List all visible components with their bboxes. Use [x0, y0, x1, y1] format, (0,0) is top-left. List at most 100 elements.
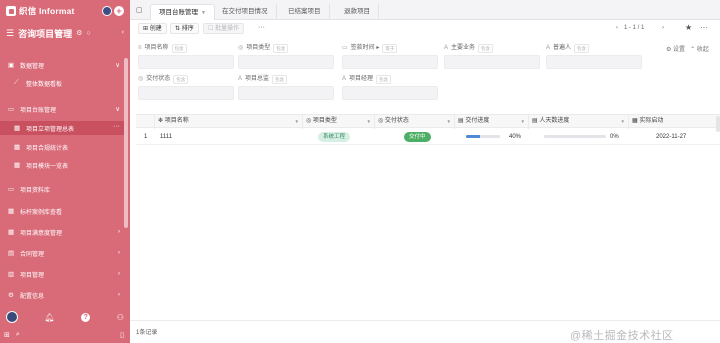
prev-page-icon[interactable]: ‹ [616, 25, 618, 31]
filter-operator[interactable]: 包含 [574, 43, 590, 53]
sidebar-item-project-ledger[interactable]: ▭ 项目台账管理 ∨ [0, 102, 124, 116]
delivery-progress-text: 40% [509, 134, 522, 140]
filter-manager-input[interactable] [342, 86, 438, 100]
sidebar-item-dashboard[interactable]: ⟋ 整体数据看板 [0, 76, 124, 90]
filter-sign-date-input[interactable] [342, 55, 438, 69]
tab-refund[interactable]: 退款项目 [336, 4, 379, 20]
add-icon[interactable]: + [114, 6, 124, 16]
refresh-icon[interactable]: ○ [86, 30, 90, 37]
user-add-icon[interactable]: ⚇ [117, 313, 124, 322]
more-icon[interactable]: ··· [700, 23, 708, 32]
filter-operator[interactable]: 包含 [173, 74, 189, 84]
filter-delivery-status-input[interactable] [138, 86, 234, 100]
filter-project-name-input[interactable] [138, 55, 234, 69]
team-avatar[interactable] [102, 6, 112, 16]
filter-label-text: 普遍人 [553, 45, 572, 51]
sidebar-toggle-icon[interactable]: ▯ [120, 331, 124, 339]
select-all-checkbox[interactable] [136, 115, 154, 129]
filter-collapse-label: 收起 [696, 47, 709, 53]
grid-icon: ▦ [8, 229, 15, 236]
filter-label: ◎ 交付状态 包含 [138, 74, 189, 84]
column-header[interactable]: ▤ 人天数进度 ▼ [528, 115, 628, 129]
sidebar-item-project-master[interactable]: ▦ 项目立项管理总表 ··· [0, 121, 124, 135]
next-page-icon[interactable]: › [662, 25, 664, 31]
column-header[interactable]: ▤ 交付进度 ▼ [454, 115, 528, 129]
filter-operator[interactable]: 包含 [478, 43, 494, 53]
column-header-label: 人天数进度 [539, 118, 570, 124]
more-icon[interactable]: ··· [113, 123, 120, 130]
more-actions-icon[interactable]: ··· [258, 24, 265, 31]
tab-project-ledger[interactable]: 项目台账管理 ▼ [150, 4, 215, 20]
menu-icon[interactable]: ☰ [6, 28, 14, 39]
filter-project-type-input[interactable] [238, 55, 334, 69]
bell-icon[interactable]: 🔔︎ [45, 313, 55, 322]
search-icon[interactable]: ⌕ [16, 331, 20, 339]
days-progress-text: 0% [610, 134, 619, 140]
chevron-down-icon: ∨ [115, 62, 120, 69]
sidebar-item-contracts[interactable]: ▤ 合同管理 › [0, 246, 124, 260]
settings-icon[interactable]: ⚙ [76, 29, 82, 37]
bulk-action-button[interactable]: ☐ 批量操作 [203, 23, 245, 34]
create-button[interactable]: ⊞ 创建 [138, 23, 167, 34]
filter-main-business-input[interactable] [444, 55, 540, 69]
table-row[interactable]: 1 1111 系统工程 交付中 40% 0% 2022-11-27 [136, 129, 720, 145]
select-field-icon: ◎ [238, 45, 244, 51]
folder-icon: ▭ [8, 106, 15, 113]
filter-operator[interactable]: 包含 [272, 74, 288, 84]
progress-field-icon: ▤ [532, 118, 538, 124]
sort-icon[interactable]: ▼ [447, 115, 451, 128]
calendar-icon: ▦ [632, 118, 638, 124]
grid-icon: ▦ [8, 208, 15, 215]
chevron-down-icon[interactable]: ▼ [201, 10, 206, 16]
cell-project-name[interactable]: 1111 [160, 129, 172, 145]
sidebar-item-project-mgmt[interactable]: ▥ 项目管理 › [0, 267, 124, 281]
sort-icon[interactable]: ▼ [295, 115, 299, 128]
table-scrollbar[interactable] [716, 116, 720, 132]
filter-label-text: 交付状态 [146, 76, 171, 82]
sort-icon[interactable]: ▼ [621, 115, 625, 128]
app-title: ☰ 咨询项目管理 ⚙ ○ [6, 26, 124, 40]
filter-person-input[interactable] [546, 55, 642, 69]
sidebar-item-library[interactable]: ▭ 项目资料库 [0, 182, 124, 196]
text-field-icon: A [444, 45, 449, 51]
filter-label-text: 项目名称 [144, 45, 169, 51]
filter-operator[interactable]: 包含 [273, 43, 289, 53]
collapse-icon[interactable]: ‹ [122, 29, 124, 36]
sidebar-item-label: 项目合规统计表 [26, 145, 69, 152]
column-header[interactable]: ◎ 交付状态 ▼ [374, 115, 454, 129]
column-header[interactable]: ◎ 项目类型 ▼ [302, 115, 374, 129]
sidebar-item-cases[interactable]: ▦ 标杆案例库查看 [0, 204, 124, 218]
tab-label: 在交付项目情况 [222, 8, 268, 15]
help-icon[interactable]: ? [81, 312, 91, 322]
grid-icon: ▦ [14, 125, 21, 132]
filter-director-input[interactable] [238, 86, 334, 100]
filter-collapse-button[interactable]: ⌃ 收起 [690, 44, 709, 53]
sidebar-item-config[interactable]: ⚙ 配置信息 › [0, 288, 124, 302]
sidebar-item-label: 数据管理 [20, 63, 45, 70]
user-avatar[interactable] [6, 311, 18, 323]
folder-icon: ▭ [8, 186, 15, 193]
cell-start-date: 2022-11-27 [656, 134, 687, 140]
sort-button[interactable]: ⇅ 排序 [170, 23, 199, 34]
filter-settings-button[interactable]: ⚙ 设置 [666, 44, 685, 53]
filter-operator[interactable]: 包含 [376, 74, 392, 84]
chevron-right-icon: › [117, 291, 120, 298]
sidebar-scrollbar[interactable] [124, 58, 128, 228]
column-header[interactable]: ✻ 项目名称 ▼ [154, 115, 302, 129]
column-header-label: 项目名称 [164, 118, 189, 124]
sidebar-item-satisfaction[interactable]: ▦ 项目满意度管理 › [0, 225, 124, 239]
sidebar-header: 织信 Informat + [6, 4, 124, 18]
sidebar-item-modules[interactable]: ▦ 项目模块一览表 [0, 158, 124, 172]
filter-operator[interactable]: 包含 [171, 43, 187, 53]
sidebar-item-data-management[interactable]: ▣ 数据管理 ∨ [0, 58, 124, 72]
add-square-icon[interactable]: ⊞ [4, 331, 10, 339]
tab-closed[interactable]: 已结案项目 [280, 4, 330, 20]
sort-icon[interactable]: ▼ [367, 115, 371, 128]
star-icon[interactable]: ★ [685, 23, 692, 32]
sidebar-item-compliance[interactable]: ▦ 项目合规统计表 [0, 140, 124, 154]
column-header[interactable]: ▦ 实际启动 [628, 115, 720, 129]
sort-icon[interactable]: ▼ [521, 115, 525, 128]
filter-operator[interactable]: 等于 [382, 43, 398, 53]
panel-toggle-icon[interactable]: ▢ [136, 6, 143, 14]
tab-in-delivery[interactable]: 在交付项目情况 [214, 4, 277, 20]
